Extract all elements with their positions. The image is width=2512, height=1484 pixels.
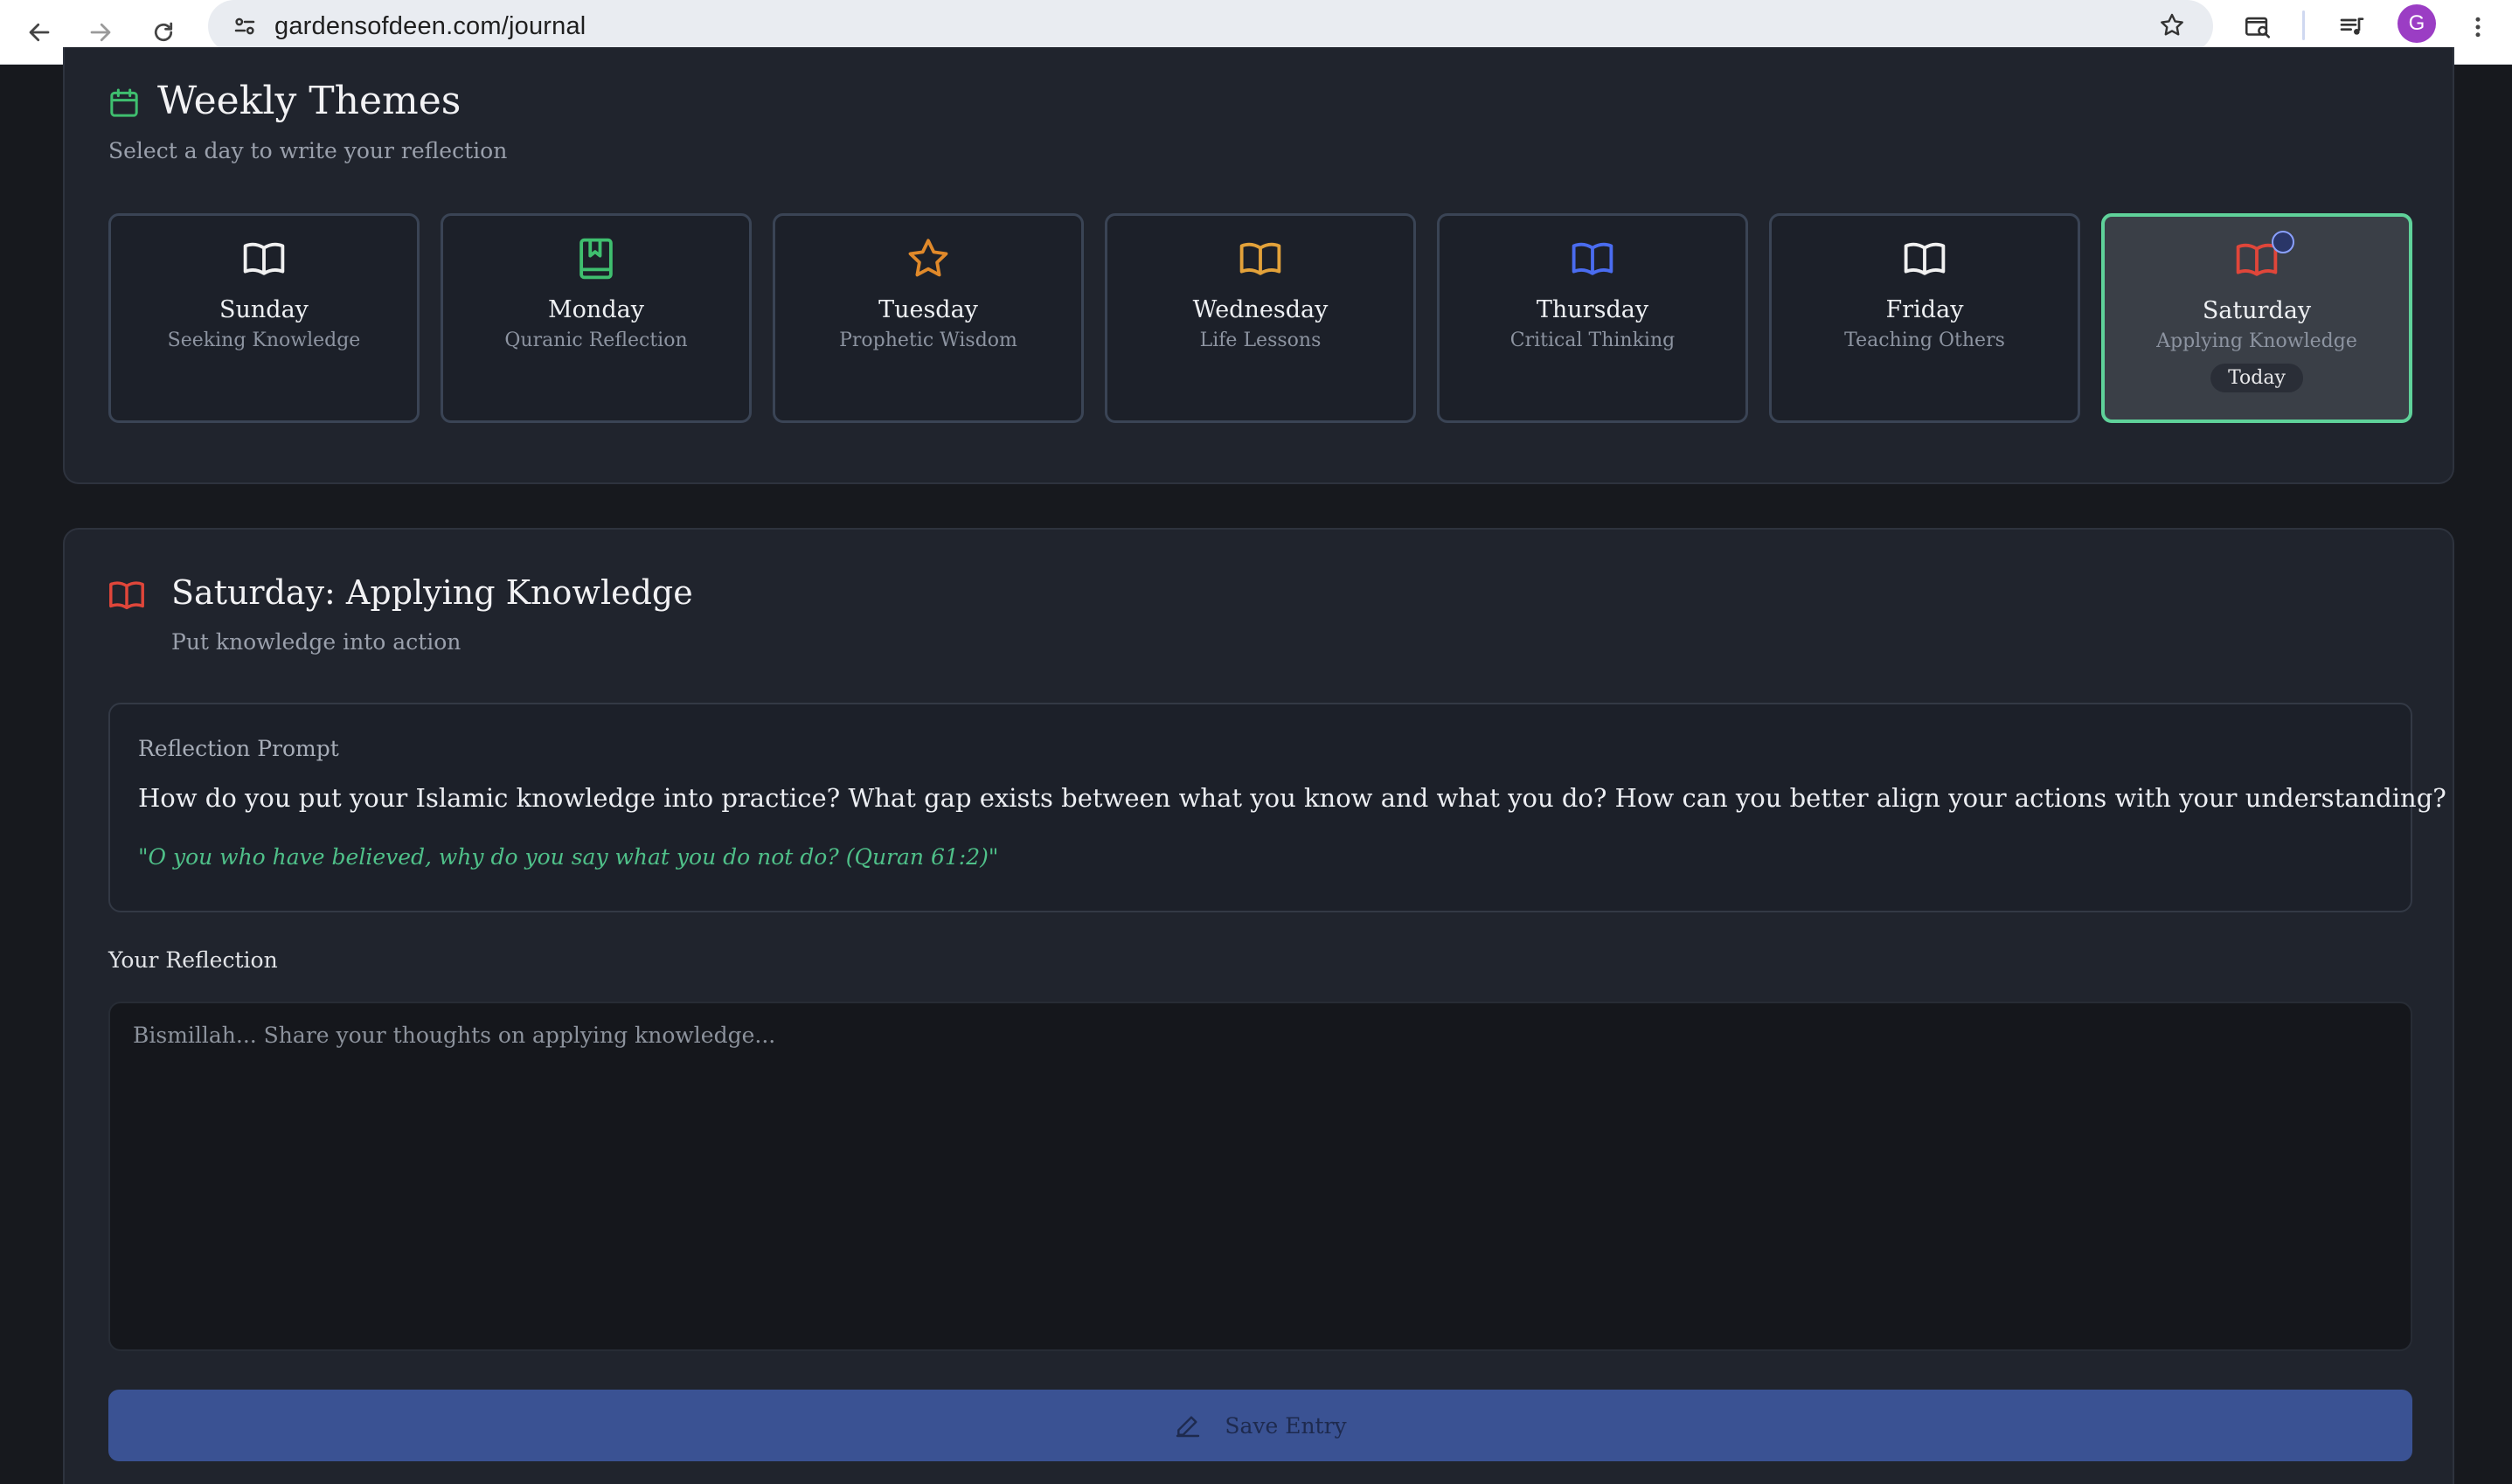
prompt-text: How do you put your Islamic knowledge in… xyxy=(138,783,2446,813)
day-name: Friday xyxy=(1885,296,1964,323)
bookmark-book-icon xyxy=(572,235,620,282)
day-theme: Life Lessons xyxy=(1199,329,1322,351)
day-card-sunday[interactable]: Sunday Seeking Knowledge xyxy=(108,213,420,423)
day-card-saturday[interactable]: Saturday Applying Knowledge Today xyxy=(2101,213,2412,423)
day-name: Saturday xyxy=(2202,297,2312,324)
day-card-friday[interactable]: Friday Teaching Others xyxy=(1769,213,2080,423)
save-entry-button[interactable]: Save Entry xyxy=(108,1390,2412,1461)
day-card-monday[interactable]: Monday Quranic Reflection xyxy=(441,213,752,423)
open-book-icon xyxy=(107,575,147,615)
star-icon xyxy=(905,235,952,282)
day-theme: Quranic Reflection xyxy=(504,329,688,351)
prompt-label: Reflection Prompt xyxy=(138,736,339,761)
day-name: Monday xyxy=(548,296,644,323)
today-badge: Today xyxy=(2210,364,2303,392)
weekly-themes-subtitle: Select a day to write your reflection xyxy=(108,138,508,163)
day-name: Wednesday xyxy=(1192,296,1329,323)
save-entry-label: Save Entry xyxy=(1225,1412,1347,1439)
day-theme: Prophetic Wisdom xyxy=(839,329,1017,351)
day-card-wednesday[interactable]: Wednesday Life Lessons xyxy=(1105,213,1416,423)
day-theme: Teaching Others xyxy=(1844,329,2005,351)
open-book-icon xyxy=(1237,235,1284,282)
bookmark-star-icon[interactable] xyxy=(2148,2,2196,49)
entry-title: Saturday: Applying Knowledge xyxy=(171,573,693,612)
quran-verse: "O you who have believed, why do you say… xyxy=(138,844,999,870)
more-vert-icon[interactable] xyxy=(2454,3,2502,51)
weekly-themes-title: Weekly Themes xyxy=(157,79,461,123)
journal-page: Weekly Themes Select a day to write your… xyxy=(0,47,2512,1484)
day-card-thursday[interactable]: Thursday Critical Thinking xyxy=(1437,213,1748,423)
current-day-indicator xyxy=(2272,231,2294,253)
open-book-icon xyxy=(240,235,288,282)
day-name: Tuesday xyxy=(878,296,978,323)
day-name: Thursday xyxy=(1536,296,1649,323)
toolbar-divider xyxy=(2302,10,2305,40)
back-arrow-icon[interactable] xyxy=(14,7,65,58)
weekly-themes-card: Weekly Themes Select a day to write your… xyxy=(63,47,2454,484)
journal-entry-card: Saturday: Applying Knowledge Put knowled… xyxy=(63,528,2454,1484)
entry-subtitle: Put knowledge into action xyxy=(171,629,461,655)
media-playlist-icon[interactable] xyxy=(2328,3,2376,51)
reflection-prompt-box: Reflection Prompt How do you put your Is… xyxy=(108,703,2446,912)
open-book-icon xyxy=(1901,235,1948,282)
calendar-icon xyxy=(107,86,142,121)
day-card-tuesday[interactable]: Tuesday Prophetic Wisdom xyxy=(773,213,1084,423)
day-theme: Critical Thinking xyxy=(1509,329,1676,351)
reflection-label: Your Reflection xyxy=(108,947,278,973)
site-settings-icon[interactable] xyxy=(226,7,264,45)
url-text[interactable]: gardensofdeen.com/journal xyxy=(274,6,586,46)
day-theme: Seeking Knowledge xyxy=(167,329,361,351)
day-name: Sunday xyxy=(219,296,309,323)
tab-search-icon[interactable] xyxy=(2234,3,2281,51)
reflection-textarea[interactable] xyxy=(108,1002,2412,1351)
profile-avatar[interactable]: G xyxy=(2398,4,2436,43)
pencil-icon xyxy=(1174,1411,1202,1439)
day-theme: Applying Knowledge xyxy=(2156,330,2357,352)
open-book-icon xyxy=(1569,235,1616,282)
